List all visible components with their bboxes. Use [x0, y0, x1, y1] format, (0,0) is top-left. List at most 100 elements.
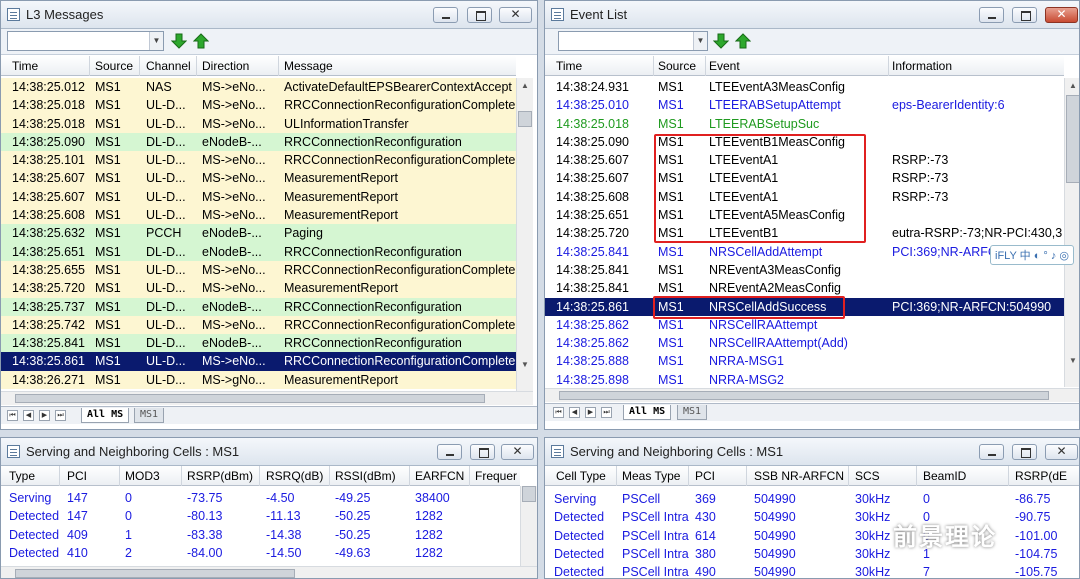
chevron-down-icon[interactable]: ▼	[693, 32, 707, 50]
tab-all-ms[interactable]: All MS	[623, 405, 672, 420]
col-header-rsrp[interactable]: RSRP(dE	[1015, 469, 1067, 483]
table-row[interactable]: 14:38:25.655 MS1 UL-D... MS->eNo... RRCConne…	[1, 260, 516, 280]
col-header-rsrp[interactable]: RSRP(dBm)	[187, 469, 253, 483]
col-header-scs[interactable]: SCS	[855, 469, 880, 483]
col-header-event[interactable]: Event	[709, 59, 740, 73]
col-header-earfcn[interactable]: EARFCN	[415, 469, 464, 483]
table-row[interactable]: 14:38:25.010 MS1 LTEERABSetupAttempt eps-Be…	[545, 96, 1064, 115]
l3-filter-combo[interactable]: ▼	[7, 31, 164, 51]
next-page-icon[interactable]: ▶	[39, 410, 50, 421]
table-row[interactable]: 14:38:25.841 MS1 DL-D... eNodeB-... RRCConne…	[1, 334, 516, 353]
scroll-down-icon[interactable]: ▼	[1065, 353, 1079, 369]
table-row[interactable]: 14:38:25.632 MS1 PCCH eNodeB-... Paging	[1, 224, 516, 243]
col-header-pci[interactable]: PCI	[67, 469, 87, 483]
l3-vertical-scrollbar[interactable]: ▲ ▼	[516, 78, 533, 391]
col-header-cell-type[interactable]: Cell Type	[556, 469, 606, 483]
table-row[interactable]: 14:38:25.101 MS1 UL-D... MS->eNo... RRCConne…	[1, 151, 516, 170]
minimize-button[interactable]	[979, 7, 1004, 23]
prev-page-icon[interactable]: ◀	[23, 410, 34, 421]
col-header-frequency[interactable]: Frequer	[475, 469, 517, 483]
l3-horizontal-scrollbar[interactable]	[1, 391, 533, 405]
table-row[interactable]: Detected PSCell Intra 614 504990 30kHz 0 -101.…	[545, 526, 1079, 545]
table-row[interactable]: 14:38:25.608 MS1 UL-D... MS->eNo... Measurem…	[1, 206, 516, 225]
maximize-button[interactable]	[1012, 444, 1037, 460]
prev-page-icon[interactable]: ◀	[569, 407, 580, 418]
table-row[interactable]: 14:38:25.861 MS1 UL-D... MS->eNo... RRCConne…	[1, 352, 516, 371]
close-button[interactable]: ✕	[1045, 7, 1078, 23]
first-page-icon[interactable]: ⏮	[7, 410, 18, 421]
scroll-thumb[interactable]	[518, 111, 532, 127]
table-row[interactable]: 14:38:25.651 MS1 DL-D... eNodeB-... RRCConne…	[1, 242, 516, 261]
table-row[interactable]: 14:38:25.018 MS1 UL-D... MS->eNo... RRCConne…	[1, 96, 516, 115]
table-row[interactable]: Detected PSCell Intra 430 504990 30kHz 0 -90.7…	[545, 508, 1079, 527]
l3-title-bar[interactable]: L3 Messages ✕	[1, 1, 537, 29]
col-header-message[interactable]: Message	[284, 59, 333, 73]
col-header-channel[interactable]: Channel	[146, 59, 191, 73]
col-header-rsrq[interactable]: RSRQ(dB)	[266, 469, 323, 483]
lte-cells-vertical-scrollbar[interactable]	[520, 486, 537, 566]
table-row[interactable]: 14:38:24.931 MS1 LTEEventA3MeasConfig	[545, 78, 1064, 97]
tab-all-ms[interactable]: All MS	[81, 408, 130, 423]
scroll-thumb[interactable]	[522, 486, 536, 502]
table-row[interactable]: 14:38:25.012 MS1 NAS MS->eNo... ActivateDefa…	[1, 78, 516, 97]
scroll-up-arrow-icon[interactable]	[192, 33, 210, 49]
table-row[interactable]: 14:38:25.841 MS1 NREventA3MeasConfig	[545, 260, 1064, 280]
col-header-direction[interactable]: Direction	[202, 59, 249, 73]
tab-ms1[interactable]: MS1	[134, 408, 165, 423]
table-row[interactable]: Detected 410 2 -84.00 -14.50 -49.63 1282	[1, 543, 520, 563]
scroll-up-arrow-icon[interactable]	[734, 33, 752, 49]
col-header-mod3[interactable]: MOD3	[125, 469, 160, 483]
event-title-bar[interactable]: Event List ✕	[545, 1, 1079, 29]
scroll-up-icon[interactable]: ▲	[517, 78, 533, 94]
table-row[interactable]: 14:38:25.720 MS1 UL-D... MS->eNo... Measurem…	[1, 279, 516, 298]
lte-cells-horizontal-scrollbar[interactable]	[1, 566, 537, 578]
table-row[interactable]: 14:38:25.841 MS1 NREventA2MeasConfig	[545, 279, 1064, 298]
table-row[interactable]: 14:38:25.607 MS1 UL-D... MS->eNo... Measurem…	[1, 187, 516, 207]
col-header-type[interactable]: Type	[9, 469, 35, 483]
table-row[interactable]: 14:38:25.607 MS1 UL-D... MS->eNo... Measurem…	[1, 169, 516, 188]
tab-ms1[interactable]: MS1	[677, 405, 708, 420]
table-row[interactable]: 14:38:25.898 MS1 NRRA-MSG2	[545, 370, 1064, 387]
table-row[interactable]: 14:38:25.090 MS1 DL-D... eNodeB-... RRCConne…	[1, 132, 516, 152]
event-vertical-scrollbar[interactable]: ▲ ▼	[1064, 78, 1079, 387]
col-header-source[interactable]: Source	[95, 59, 133, 73]
col-header-source[interactable]: Source	[658, 59, 696, 73]
table-row[interactable]: Serving PSCell 369 504990 30kHz 0 -86.75	[545, 490, 1079, 509]
nr-cells-title-bar[interactable]: Serving and Neighboring Cells : MS1 ✕	[545, 438, 1079, 466]
table-row[interactable]: 14:38:25.018 MS1 UL-D... MS->eNo... ULInform…	[1, 114, 516, 133]
last-page-icon[interactable]: ⏭	[55, 410, 66, 421]
scroll-down-arrow-icon[interactable]	[712, 33, 730, 49]
table-row[interactable]: Detected 147 0 -80.13 -11.13 -50.25 1282	[1, 507, 520, 526]
hscroll-thumb[interactable]	[15, 394, 485, 403]
chevron-down-icon[interactable]: ▼	[149, 32, 163, 50]
next-page-icon[interactable]: ▶	[585, 407, 596, 418]
col-header-pci[interactable]: PCI	[695, 469, 715, 483]
col-header-information[interactable]: Information	[892, 59, 952, 73]
col-header-ssb-nr-arfcn[interactable]: SSB NR-ARFCN	[754, 469, 844, 483]
table-row[interactable]: 14:38:25.862 MS1 NRSCellRAAttempt(Add)	[545, 334, 1064, 353]
table-row[interactable]: 14:38:25.742 MS1 UL-D... MS->eNo... RRCConne…	[1, 315, 516, 335]
table-row[interactable]: 14:38:26.271 MS1 UL-D... MS->gNo... Measurem…	[1, 370, 516, 390]
hscroll-thumb[interactable]	[15, 569, 295, 578]
scroll-down-arrow-icon[interactable]	[170, 33, 188, 49]
table-row[interactable]: 14:38:25.737 MS1 DL-D... eNodeB-... RRCConne…	[1, 297, 516, 316]
first-page-icon[interactable]: ⏮	[553, 407, 564, 418]
close-button[interactable]: ✕	[501, 444, 534, 460]
close-button[interactable]: ✕	[499, 7, 532, 23]
maximize-button[interactable]	[470, 444, 495, 460]
last-page-icon[interactable]: ⏭	[601, 407, 612, 418]
maximize-button[interactable]	[467, 7, 492, 23]
scroll-down-icon[interactable]: ▼	[517, 357, 533, 373]
minimize-button[interactable]	[979, 444, 1004, 460]
col-header-time[interactable]: Time	[556, 59, 582, 73]
col-header-time[interactable]: Time	[12, 59, 38, 73]
table-row[interactable]: Detected 409 1 -83.38 -14.38 -50.25 1282	[1, 525, 520, 544]
lte-cells-title-bar[interactable]: Serving and Neighboring Cells : MS1 ✕	[1, 438, 537, 466]
minimize-button[interactable]	[437, 444, 462, 460]
close-button[interactable]: ✕	[1045, 444, 1078, 460]
col-header-beam-id[interactable]: BeamID	[923, 469, 966, 483]
event-horizontal-scrollbar[interactable]	[545, 388, 1079, 402]
table-row[interactable]: Detected PSCell Intra 380 504990 30kHz 1 -104.…	[545, 544, 1079, 564]
scroll-up-icon[interactable]: ▲	[1065, 78, 1079, 94]
table-row[interactable]: 14:38:25.841 MS1 NRSCellAddAttempt PCI:369;…	[545, 242, 1064, 261]
